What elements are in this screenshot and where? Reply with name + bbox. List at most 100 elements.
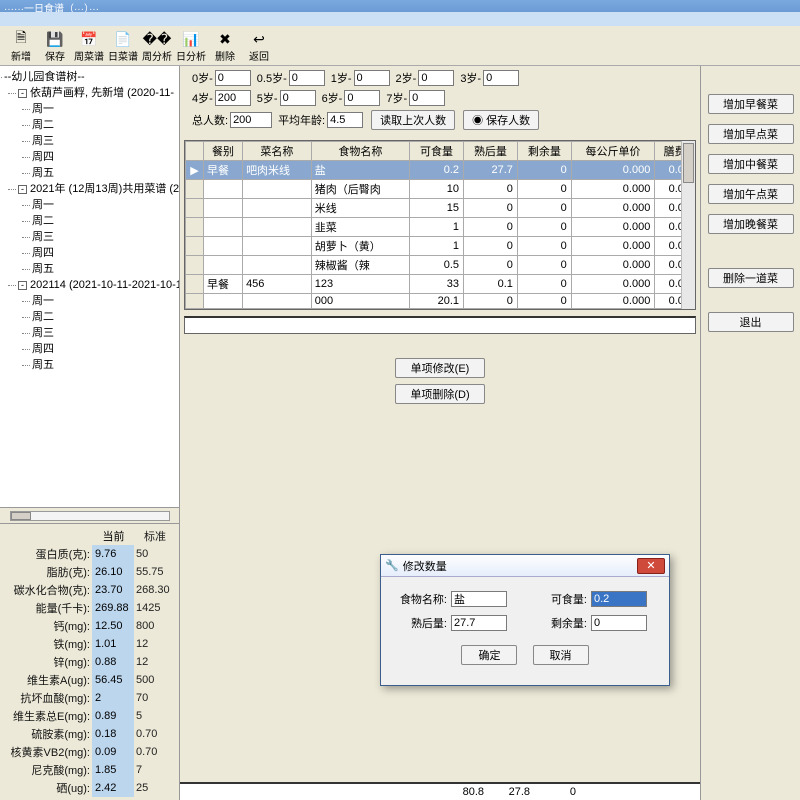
- btn-item-delete[interactable]: 单项删除(D): [395, 384, 485, 404]
- tree-leaf[interactable]: 周二: [32, 309, 177, 325]
- nutri-hdr-std: 标准: [134, 527, 176, 545]
- food-grid[interactable]: 餐别菜名称食物名称可食量熟后量剩余量每公斤单价膳费▶早餐吧肉米线盐0.227.7…: [185, 141, 695, 309]
- table-row[interactable]: ▶早餐吧肉米线盐0.227.700.0000.00: [186, 161, 695, 180]
- tree-node[interactable]: -2021年 (12周13周)共用菜谱 (20周一周二周三周四周五: [18, 181, 177, 277]
- grid-vscroll[interactable]: [681, 141, 695, 309]
- new-btn[interactable]: 🗎新增: [4, 30, 38, 63]
- table-row[interactable]: 早餐456123330.100.0000.00: [186, 275, 695, 294]
- tree-leaf[interactable]: 周四: [32, 149, 177, 165]
- inp-total[interactable]: [230, 112, 272, 128]
- table-row[interactable]: 胡萝卜（黄）1000.0000.00: [186, 237, 695, 256]
- tree-leaf[interactable]: 周五: [32, 261, 177, 277]
- btn-delete-dish[interactable]: 删除一道菜: [708, 268, 794, 288]
- dayanalysis-btn[interactable]: 📊日分析: [174, 30, 208, 63]
- table-row[interactable]: 辣椒酱（辣0.5000.0000.00: [186, 256, 695, 275]
- inp-age6[interactable]: [344, 90, 380, 106]
- grid-header[interactable]: 食物名称: [311, 142, 409, 161]
- weekanalysis-btn-label: 周分析: [142, 48, 172, 63]
- tree-node[interactable]: -依葫芦画粰, 先新增 (2020-11-周一周二周三周四周五: [18, 85, 177, 181]
- tree-leaf[interactable]: 周三: [32, 229, 177, 245]
- tree-leaf[interactable]: 周二: [32, 117, 177, 133]
- lbl-age1: 1岁-: [331, 70, 352, 86]
- tree-leaf[interactable]: 周四: [32, 341, 177, 357]
- table-row[interactable]: 韭菜1000.0000.00: [186, 218, 695, 237]
- tree-leaf[interactable]: 周一: [32, 197, 177, 213]
- row-selector[interactable]: [186, 180, 204, 199]
- btn-save-count[interactable]: ◉ 保存人数: [463, 110, 539, 130]
- dlg-inp-left[interactable]: [591, 615, 647, 631]
- dlg-cancel-button[interactable]: 取消: [533, 645, 589, 665]
- btn-add-lunch[interactable]: 增加中餐菜: [708, 154, 794, 174]
- tree-hscroll[interactable]: [0, 507, 179, 523]
- btn-item-edit[interactable]: 单项修改(E): [395, 358, 485, 378]
- weekmenu-btn[interactable]: 📅周菜谱: [72, 30, 106, 63]
- table-row[interactable]: 00020.1000.0000.00: [186, 294, 695, 309]
- row-selector[interactable]: [186, 275, 204, 294]
- inp-age4[interactable]: [215, 90, 251, 106]
- btn-add-morning-snack[interactable]: 增加早点菜: [708, 124, 794, 144]
- tree-leaf[interactable]: 周一: [32, 293, 177, 309]
- daymenu-btn[interactable]: 📄日菜谱: [106, 30, 140, 63]
- row-selector[interactable]: ▶: [186, 161, 204, 180]
- tree-leaf[interactable]: 周四: [32, 245, 177, 261]
- lbl-avg: 平均年龄:: [278, 112, 325, 128]
- nutri-row: 碳水化合物(克):23.70268.30: [3, 581, 176, 599]
- grid-header[interactable]: 熟后量: [464, 142, 518, 161]
- btn-exit[interactable]: 退出: [708, 312, 794, 332]
- tree-leaf[interactable]: 周一: [32, 101, 177, 117]
- menubar[interactable]: [0, 12, 800, 26]
- tree-leaf[interactable]: 周三: [32, 133, 177, 149]
- row-selector[interactable]: [186, 256, 204, 275]
- inp-age05[interactable]: [289, 70, 325, 86]
- dlg-lbl-name: 食物名称:: [391, 591, 447, 607]
- weekanalysis-btn[interactable]: ��周分析: [140, 30, 174, 63]
- tree-leaf[interactable]: 周二: [32, 213, 177, 229]
- inp-age7[interactable]: [409, 90, 445, 106]
- inp-age5[interactable]: [280, 90, 316, 106]
- row-selector[interactable]: [186, 237, 204, 256]
- btn-add-dinner[interactable]: 增加晚餐菜: [708, 214, 794, 234]
- lbl-age5: 5岁-: [257, 90, 278, 106]
- inp-avg[interactable]: [327, 112, 363, 128]
- lbl-age4: 4岁-: [192, 90, 213, 106]
- tree-leaf[interactable]: 周五: [32, 357, 177, 373]
- tree-node[interactable]: -202114 (2021-10-11-2021-10-1周一周二周三周四周五: [18, 277, 177, 373]
- menu-tree[interactable]: --幼儿园食谱树---依葫芦画粰, 先新增 (2020-11-周一周二周三周四周…: [0, 66, 179, 507]
- dialog-close-button[interactable]: ✕: [637, 558, 665, 574]
- tree-leaf[interactable]: 周五: [32, 165, 177, 181]
- grid-header[interactable]: 可食量: [410, 142, 464, 161]
- btn-add-breakfast[interactable]: 增加早餐菜: [708, 94, 794, 114]
- inp-age1[interactable]: [354, 70, 390, 86]
- tree-root-node[interactable]: --幼儿园食谱树---依葫芦画粰, 先新增 (2020-11-周一周二周三周四周…: [4, 69, 177, 373]
- new-btn-label: 新增: [11, 48, 31, 63]
- grid-header[interactable]: 每公斤单价: [571, 142, 655, 161]
- dlg-inp-cooked[interactable]: [451, 615, 507, 631]
- row-selector[interactable]: [186, 294, 204, 309]
- tree-leaf[interactable]: 周三: [32, 325, 177, 341]
- dlg-inp-name[interactable]: [451, 591, 507, 607]
- tree-toggle-icon[interactable]: -: [18, 185, 27, 194]
- tree-toggle-icon[interactable]: -: [18, 89, 27, 98]
- btn-add-afternoon-snack[interactable]: 增加午点菜: [708, 184, 794, 204]
- save-btn[interactable]: 💾保存: [38, 30, 72, 63]
- delete-btn[interactable]: ✖删除: [208, 30, 242, 63]
- inp-age0[interactable]: [215, 70, 251, 86]
- dlg-ok-button[interactable]: 确定: [461, 645, 517, 665]
- grid-header[interactable]: 餐别: [204, 142, 243, 161]
- tree-toggle-icon[interactable]: -: [18, 281, 27, 290]
- age-params: 0岁- 0.5岁- 1岁- 2岁- 3岁- 4岁- 5岁- 6岁- 7岁- 总人…: [180, 66, 700, 140]
- btn-read-last[interactable]: 读取上次人数: [371, 110, 455, 130]
- row-selector[interactable]: [186, 199, 204, 218]
- row-selector[interactable]: [186, 218, 204, 237]
- back-btn[interactable]: ↩返回: [242, 30, 276, 63]
- inp-age2[interactable]: [418, 70, 454, 86]
- delete-btn-label: 删除: [215, 48, 235, 63]
- table-row[interactable]: 米线15000.0000.00: [186, 199, 695, 218]
- grid-header[interactable]: 菜名称: [243, 142, 312, 161]
- food-grid-wrap: 餐别菜名称食物名称可食量熟后量剩余量每公斤单价膳费▶早餐吧肉米线盐0.227.7…: [184, 140, 696, 310]
- grid-header[interactable]: 剩余量: [517, 142, 571, 161]
- inp-age3[interactable]: [483, 70, 519, 86]
- dlg-inp-edible[interactable]: [591, 591, 647, 607]
- table-row[interactable]: 猪肉（后臀肉10000.0000.00: [186, 180, 695, 199]
- dlg-lbl-cooked: 熟后量:: [391, 615, 447, 631]
